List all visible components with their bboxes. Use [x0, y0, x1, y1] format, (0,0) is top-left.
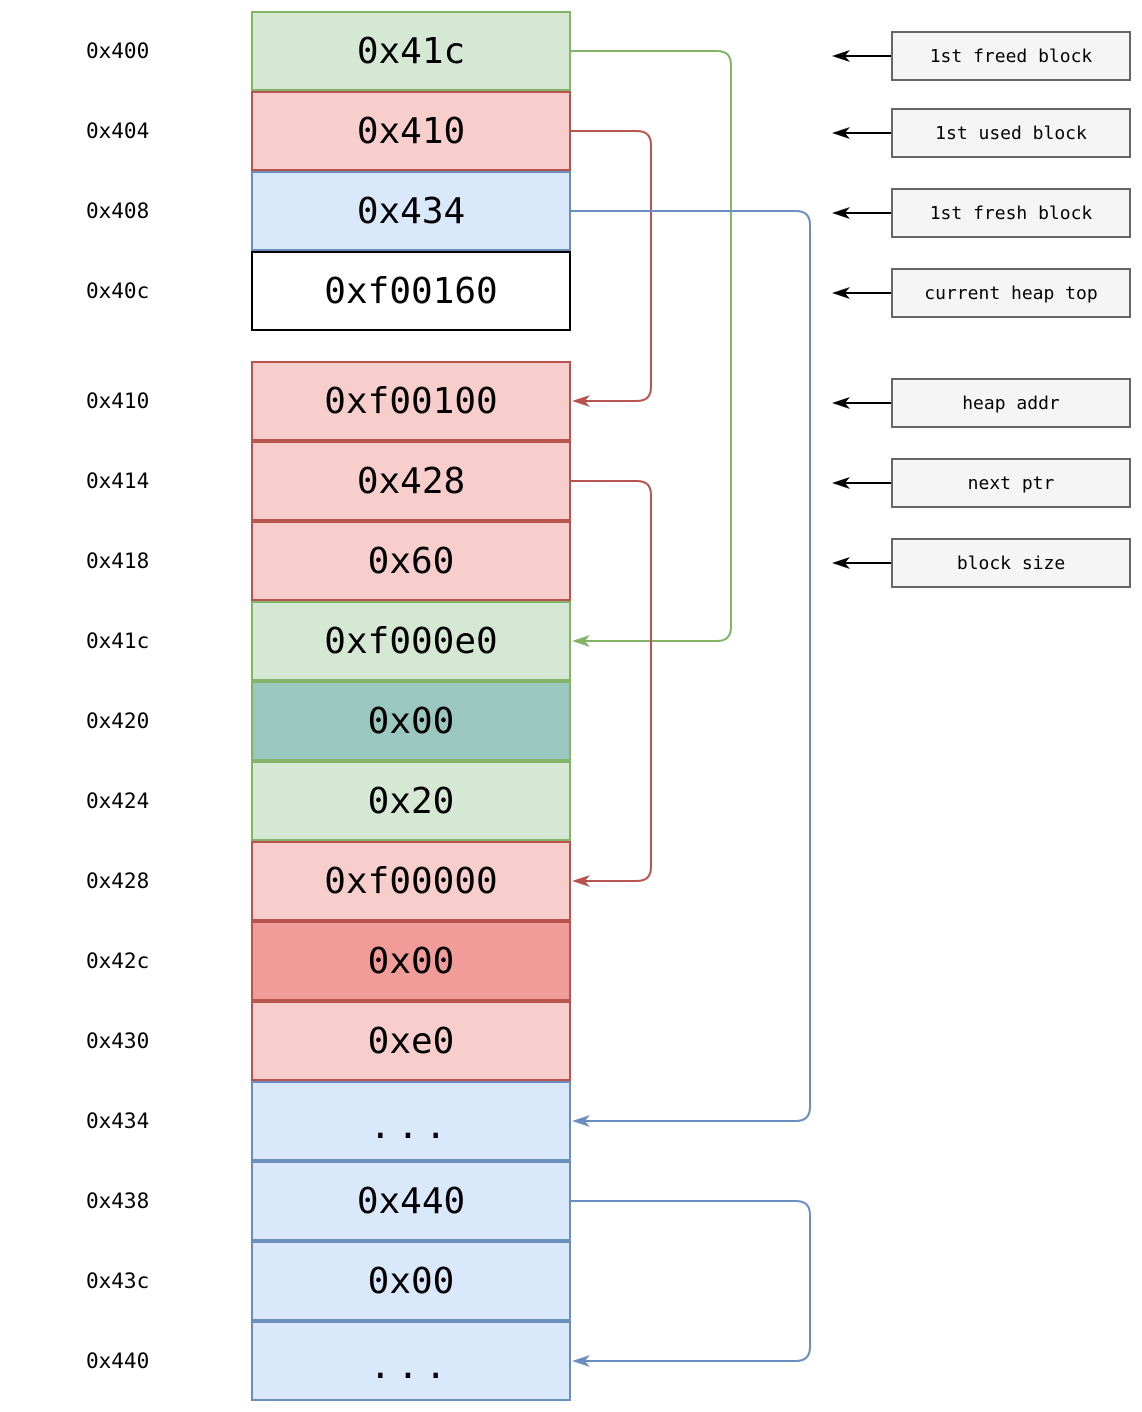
- pointer-line: [571, 1200, 811, 1362]
- pointer-line: [571, 480, 652, 882]
- pointer-line: [571, 130, 652, 402]
- pointer-arrows: [571, 50, 891, 1367]
- pointer-line: [571, 210, 811, 1122]
